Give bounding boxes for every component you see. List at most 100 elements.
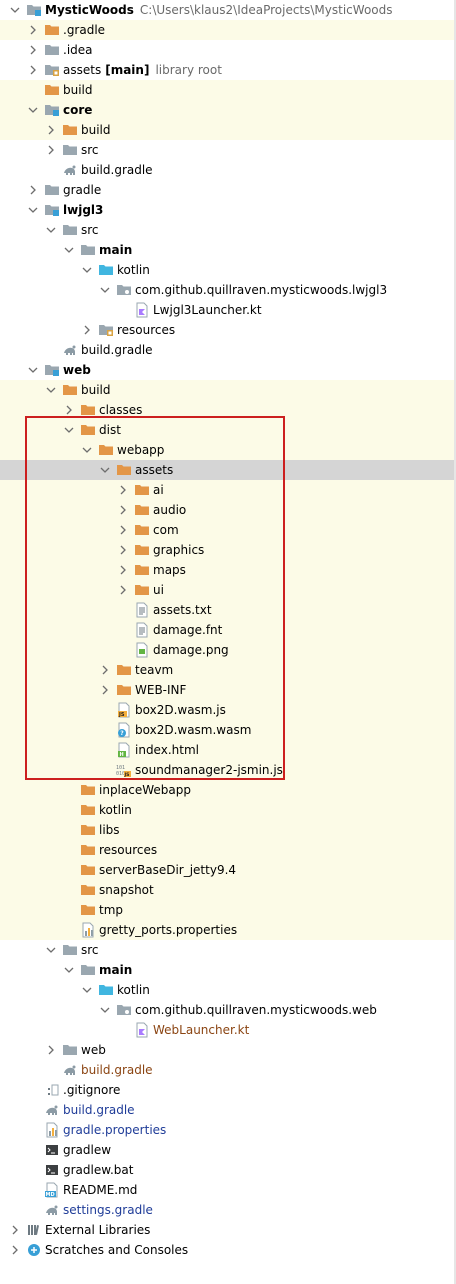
chevron-right-icon[interactable] <box>118 502 128 518</box>
tree-row[interactable]: .idea <box>0 40 456 60</box>
tree-row[interactable]: resources <box>0 320 456 340</box>
tree-row[interactable]: src <box>0 940 456 960</box>
chevron-right-icon[interactable] <box>118 522 128 538</box>
chevron-right-icon[interactable] <box>28 42 38 58</box>
tree-row-label: lwjgl3 <box>63 203 104 217</box>
tree-row[interactable]: ai <box>0 480 456 500</box>
chevron-right-icon[interactable] <box>118 542 128 558</box>
chevron-right-icon[interactable] <box>46 1042 56 1058</box>
tree-row[interactable]: gradlew.bat <box>0 1160 456 1180</box>
tree-row[interactable]: lwjgl3 <box>0 200 456 220</box>
tree-row[interactable]: libs <box>0 820 456 840</box>
chevron-right-icon[interactable] <box>64 402 74 418</box>
chevron-right-icon[interactable] <box>118 482 128 498</box>
tree-row[interactable]: teavm <box>0 660 456 680</box>
chevron-right-icon[interactable] <box>28 22 38 38</box>
chevron-right-icon[interactable] <box>46 122 56 138</box>
chevron-right-icon[interactable] <box>118 582 128 598</box>
chevron-right-icon[interactable] <box>28 62 38 78</box>
tree-row[interactable]: src <box>0 220 456 240</box>
tree-row[interactable]: kotlin <box>0 800 456 820</box>
tree-row[interactable]: build.gradle <box>0 1060 456 1080</box>
chevron-down-icon[interactable] <box>64 242 74 258</box>
chevron-down-icon[interactable] <box>10 2 20 18</box>
tree-row[interactable]: core <box>0 100 456 120</box>
tree-row[interactable]: Hindex.html <box>0 740 456 760</box>
chevron-down-icon[interactable] <box>100 1002 110 1018</box>
tree-row[interactable]: gradle <box>0 180 456 200</box>
chevron-right-icon[interactable] <box>46 142 56 158</box>
tree-row[interactable]: assets [main] library root <box>0 60 456 80</box>
chevron-down-icon[interactable] <box>100 462 110 478</box>
chevron-down-icon[interactable] <box>28 202 38 218</box>
tree-row[interactable]: resources <box>0 840 456 860</box>
tree-row[interactable]: main <box>0 240 456 260</box>
tree-row[interactable]: .gitignore <box>0 1080 456 1100</box>
tree-row[interactable]: tmp <box>0 900 456 920</box>
tree-row[interactable]: Scratches and Consoles <box>0 1240 456 1260</box>
chevron-right-icon[interactable] <box>100 662 110 678</box>
chevron-down-icon[interactable] <box>100 282 110 298</box>
chevron-down-icon[interactable] <box>46 222 56 238</box>
chevron-right-icon[interactable] <box>10 1242 20 1258</box>
tree-row[interactable]: MysticWoods C:\Users\klaus2\IdeaProjects\… <box>0 0 456 20</box>
chevron-down-icon[interactable] <box>46 942 56 958</box>
tree-row[interactable]: maps <box>0 560 456 580</box>
tree-row[interactable]: graphics <box>0 540 456 560</box>
tree-row[interactable]: snapshot <box>0 880 456 900</box>
tree-row[interactable]: Lwjgl3Launcher.kt <box>0 300 456 320</box>
tree-row[interactable]: JS box2D.wasm.js <box>0 700 456 720</box>
tree-row[interactable]: kotlin <box>0 260 456 280</box>
tree-row[interactable]: web <box>0 360 456 380</box>
chevron-down-icon[interactable] <box>82 982 92 998</box>
tree-row[interactable]: com <box>0 520 456 540</box>
chevron-right-icon[interactable] <box>10 1222 20 1238</box>
tree-row[interactable]: ui <box>0 580 456 600</box>
chevron-down-icon[interactable] <box>64 422 74 438</box>
chevron-right-icon[interactable] <box>82 322 92 338</box>
chevron-down-icon[interactable] <box>64 962 74 978</box>
tree-row[interactable]: inplaceWebapp <box>0 780 456 800</box>
tree-row[interactable]: com.github.quillraven.mysticwoods.lwjgl3 <box>0 280 456 300</box>
tree-row[interactable]: dist <box>0 420 456 440</box>
tree-row[interactable]: build.gradle <box>0 340 456 360</box>
chevron-down-icon[interactable] <box>46 382 56 398</box>
tree-row[interactable]: WebLauncher.kt <box>0 1020 456 1040</box>
chevron-right-icon[interactable] <box>118 562 128 578</box>
tree-row[interactable]: build <box>0 120 456 140</box>
tree-row[interactable]: MD README.md <box>0 1180 456 1200</box>
tree-row[interactable]: External Libraries <box>0 1220 456 1240</box>
chevron-right-icon[interactable] <box>28 182 38 198</box>
chevron-down-icon[interactable] <box>28 362 38 378</box>
tree-row[interactable]: main <box>0 960 456 980</box>
tree-row[interactable]: kotlin <box>0 980 456 1000</box>
tree-row[interactable]: assets.txt <box>0 600 456 620</box>
tree-row[interactable]: gretty_ports.properties <box>0 920 456 940</box>
tree-row[interactable]: gradle.properties <box>0 1120 456 1140</box>
tree-row[interactable]: gradlew <box>0 1140 456 1160</box>
tree-row[interactable]: .gradle <box>0 20 456 40</box>
tree-row[interactable]: src <box>0 140 456 160</box>
chevron-right-icon[interactable] <box>100 682 110 698</box>
tree-row[interactable]: build <box>0 80 456 100</box>
tree-row[interactable]: web <box>0 1040 456 1060</box>
tree-row[interactable]: assets <box>0 460 456 480</box>
tree-row[interactable]: damage.fnt <box>0 620 456 640</box>
tree-row[interactable]: webapp <box>0 440 456 460</box>
svg-text:JS: JS <box>124 772 130 778</box>
tree-row[interactable]: com.github.quillraven.mysticwoods.web <box>0 1000 456 1020</box>
chevron-down-icon[interactable] <box>28 102 38 118</box>
tree-row[interactable]: ? box2D.wasm.wasm <box>0 720 456 740</box>
tree-row[interactable]: build.gradle <box>0 160 456 180</box>
chevron-down-icon[interactable] <box>82 442 92 458</box>
tree-row[interactable]: WEB-INF <box>0 680 456 700</box>
tree-row[interactable]: settings.gradle <box>0 1200 456 1220</box>
tree-row[interactable]: classes <box>0 400 456 420</box>
tree-row[interactable]: audio <box>0 500 456 520</box>
tree-row[interactable]: serverBaseDir_jetty9.4 <box>0 860 456 880</box>
tree-row[interactable]: damage.png <box>0 640 456 660</box>
tree-row[interactable]: 101 010 JS soundmanager2-jsmin.js <box>0 760 456 780</box>
tree-row[interactable]: build.gradle <box>0 1100 456 1120</box>
chevron-down-icon[interactable] <box>82 262 92 278</box>
tree-row[interactable]: build <box>0 380 456 400</box>
